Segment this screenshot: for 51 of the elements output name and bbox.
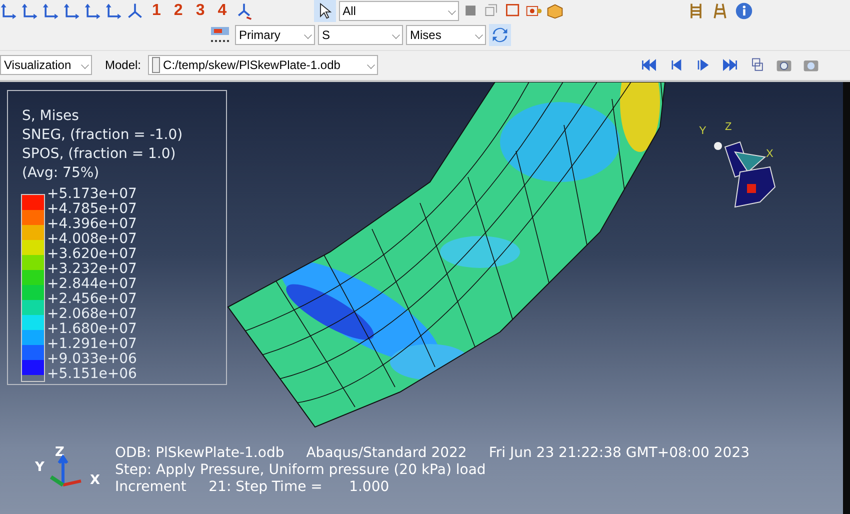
axis-label: Z	[725, 121, 732, 133]
legend-value: +1.680e+07	[47, 322, 137, 337]
legend-value: +2.456e+07	[47, 292, 137, 307]
legend-value: +4.008e+07	[47, 232, 137, 247]
legend-value: +4.396e+07	[47, 217, 137, 232]
module-dropdown[interactable]: Visualization	[0, 55, 92, 76]
iso-view-icon[interactable]	[126, 2, 144, 20]
axis-label: X	[766, 148, 774, 160]
odb-name: ODB: PlSkewPlate-1.odb	[115, 445, 284, 462]
pointer-icon[interactable]	[314, 0, 336, 22]
legend-value: +2.068e+07	[47, 307, 137, 322]
legend-value: +5.151e+06	[47, 367, 137, 382]
axis-view-icon[interactable]	[63, 2, 81, 20]
view-button[interactable]: 4	[212, 2, 232, 20]
spinner-icon	[152, 57, 160, 74]
refresh-icon[interactable]	[489, 24, 511, 46]
component-dropdown[interactable]: Mises	[406, 24, 486, 45]
legend-value: +9.033e+06	[47, 352, 137, 367]
variable-dropdown[interactable]: S	[318, 24, 403, 45]
legend-value: +2.844e+07	[47, 277, 137, 292]
axis-view-icon[interactable]	[42, 2, 60, 20]
axis-view-icon[interactable]	[21, 2, 39, 20]
axis-view-icon[interactable]	[0, 2, 18, 20]
axis-label: Z	[55, 445, 64, 460]
view-button[interactable]: 2	[168, 2, 188, 20]
info-icon[interactable]	[734, 2, 753, 20]
model-label: Model:	[105, 58, 142, 72]
legend-title: SPOS, (fraction = 1.0)	[22, 145, 177, 164]
model-dropdown[interactable]: C:/temp/skew/PlSkewPlate-1.odb	[148, 55, 378, 76]
axis-view-icon[interactable]	[105, 2, 123, 20]
legend-value: +3.232e+07	[47, 262, 137, 277]
view-button[interactable]: 1	[147, 2, 166, 20]
legend-value: +3.620e+07	[47, 247, 137, 262]
step-info: Step: Apply Pressure, Uniform pressure (20 kPa) load	[115, 462, 487, 479]
axis-view-icon[interactable]	[84, 2, 102, 20]
axis-label: X	[90, 473, 100, 488]
axis-label: Y	[699, 125, 706, 137]
legend-value: +4.785e+07	[47, 202, 137, 217]
view-button[interactable]: 3	[190, 2, 210, 20]
legend-value: +1.291e+07	[47, 337, 137, 352]
legend-title: S, Mises	[22, 107, 80, 126]
selection-filter-dropdown[interactable]: All	[338, 1, 459, 21]
variable-type-dropdown[interactable]: Primary	[235, 24, 315, 45]
legend-value: +5.173e+07	[47, 187, 137, 202]
timestamp: Fri Jun 23 21:22:38 GMT+08:00 2023	[488, 445, 750, 462]
axis-label: Y	[35, 460, 44, 475]
legend-title: SNEG, (fraction = -1.0)	[22, 126, 184, 145]
legend-title: (Avg: 75%)	[22, 164, 100, 183]
box-icon[interactable]	[546, 2, 564, 20]
solver-version: Abaqus/Standard 2022	[306, 445, 467, 462]
increment-info: Increment 21: Step Time = 1.000	[115, 479, 390, 496]
